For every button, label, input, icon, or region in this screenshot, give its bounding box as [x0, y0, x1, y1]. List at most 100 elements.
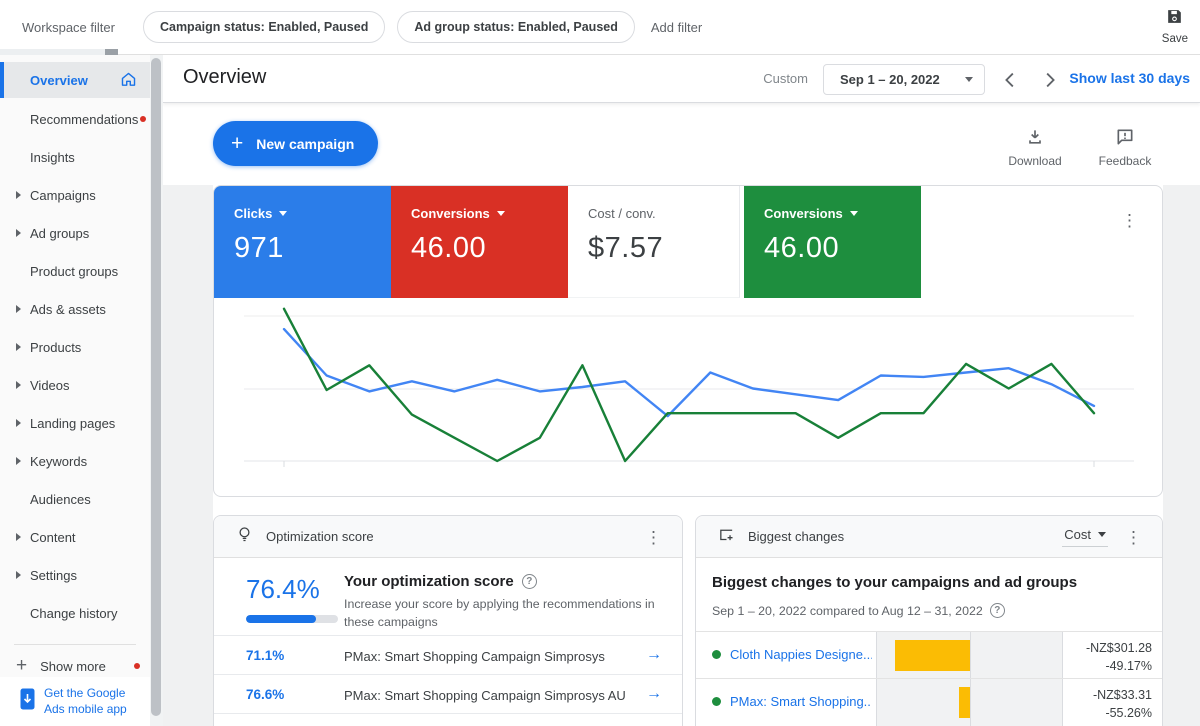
sidebar-item-videos[interactable]: Videos: [0, 366, 150, 404]
chevron-down-icon: [1098, 532, 1106, 537]
metric-selector-dropdown[interactable]: Cost: [1062, 527, 1108, 547]
navigation-sidebar: Overview Recommendations Insights Campai…: [0, 55, 150, 726]
expand-arrow-icon: [16, 343, 21, 351]
comparison-period-text: Sep 1 – 20, 2022 compared to Aug 12 – 31…: [712, 603, 1005, 618]
sidebar-item-product-groups[interactable]: Product groups: [0, 252, 150, 290]
notification-dot: [134, 663, 140, 669]
scorecard-clicks[interactable]: Clicks 971: [214, 186, 391, 298]
content-left-margin: [163, 185, 213, 726]
optimization-progress-bar: [246, 615, 338, 623]
download-icon: [1025, 127, 1045, 150]
panel-header: Optimization score ⋮: [214, 516, 682, 558]
arrow-right-icon[interactable]: →: [646, 646, 662, 664]
optimization-row[interactable]: 76.6% PMax: Smart Shopping Campaign Simp…: [214, 674, 682, 713]
panel-menu-kebab-icon[interactable]: ⋮: [1125, 529, 1142, 546]
campaign-link[interactable]: PMax: Smart Shopping...: [712, 694, 872, 709]
optimization-score-panel: Optimization score ⋮ 76.4% Your optimiza…: [213, 515, 683, 726]
bar-axis-line: [970, 679, 971, 726]
overview-performance-card: Clicks 971 Conversions 46.00 Cost / conv…: [213, 185, 1163, 497]
status-enabled-dot: [712, 650, 721, 659]
filter-chips: Campaign status: Enabled, Paused Ad grou…: [143, 11, 635, 43]
add-filter-button[interactable]: Add filter: [651, 20, 702, 35]
sidebar-item-landing-pages[interactable]: Landing pages: [0, 404, 150, 442]
campaign-link[interactable]: Cloth Nappies Designe...: [712, 647, 872, 662]
sidebar-item-content[interactable]: Content: [0, 518, 150, 556]
change-bar-zone: [876, 632, 1063, 679]
panel-menu-kebab-icon[interactable]: ⋮: [645, 529, 662, 546]
expand-arrow-icon: [16, 533, 21, 541]
date-mode-label: Custom: [763, 71, 808, 86]
feedback-button[interactable]: Feedback: [1093, 127, 1157, 168]
expand-arrow-icon: [16, 419, 21, 427]
show-last-30-days-link[interactable]: Show last 30 days: [1069, 70, 1190, 86]
scorecard-conversions[interactable]: Conversions 46.00: [391, 186, 568, 298]
date-range-selector[interactable]: Sep 1 – 20, 2022: [823, 64, 985, 95]
scrollbar-thumb[interactable]: [105, 49, 118, 55]
chevron-down-icon[interactable]: [497, 211, 505, 216]
plus-icon: +: [231, 132, 243, 156]
optimization-row[interactable]: 91.5% NZ Camp - like Keywords bath doubl…: [214, 713, 682, 726]
help-icon[interactable]: ?: [990, 603, 1005, 618]
arrow-right-icon[interactable]: →: [646, 685, 662, 703]
sidebar-item-campaigns[interactable]: Campaigns: [0, 176, 150, 214]
chevron-down-icon: [965, 77, 973, 82]
content-right-margin: [1163, 185, 1200, 726]
ad-group-status-filter-chip[interactable]: Ad group status: Enabled, Paused: [397, 11, 635, 43]
page-title: Overview: [183, 66, 266, 89]
home-icon: [120, 71, 137, 91]
sidebar-item-keywords[interactable]: Keywords: [0, 442, 150, 480]
panel-title: Optimization score: [266, 529, 374, 544]
new-campaign-button[interactable]: + New campaign: [213, 121, 378, 166]
page-header: Overview Custom Sep 1 – 20, 2022 Show la…: [163, 55, 1200, 103]
expand-arrow-icon: [16, 457, 21, 465]
expand-arrow-icon: [16, 381, 21, 389]
notification-dot: [140, 116, 146, 122]
sidebar-divider: [14, 644, 136, 645]
change-values: -NZ$33.31-55.26%: [1093, 686, 1152, 722]
change-row: Cloth Nappies Designe... -NZ$301.28-49.1…: [696, 631, 1162, 678]
top-filter-bar: Workspace filter Campaign status: Enable…: [0, 0, 1200, 55]
chevron-down-icon[interactable]: [850, 211, 858, 216]
sidebar-scrollbar-track[interactable]: [150, 55, 163, 726]
sidebar-item-overview[interactable]: Overview: [0, 62, 150, 98]
help-icon[interactable]: ?: [522, 574, 537, 589]
expand-arrow-icon: [16, 191, 21, 199]
sidebar-item-settings[interactable]: Settings: [0, 556, 150, 594]
mobile-phone-icon: [20, 688, 35, 715]
scorecard-value: 971: [234, 232, 391, 265]
mobile-app-label: Get the GoogleAds mobile app: [44, 686, 127, 717]
download-button[interactable]: Download: [1003, 127, 1067, 168]
feedback-icon: [1115, 127, 1135, 150]
next-period-button[interactable]: [1038, 69, 1060, 91]
change-row: PMax: Smart Shopping... -NZ$33.31-55.26%: [696, 678, 1162, 725]
google-ads-overview-page: Workspace filter Campaign status: Enable…: [0, 0, 1200, 726]
scorecard-row: Clicks 971 Conversions 46.00 Cost / conv…: [214, 186, 921, 298]
optimization-score-value: 76.4%: [246, 574, 320, 605]
sidebar-horizontal-scrollbar[interactable]: [0, 49, 118, 55]
sidebar-item-ad-groups[interactable]: Ad groups: [0, 214, 150, 252]
mobile-app-link[interactable]: Get the GoogleAds mobile app: [0, 677, 150, 726]
workspace-filter-label: Workspace filter: [22, 20, 115, 35]
campaign-status-filter-chip[interactable]: Campaign status: Enabled, Paused: [143, 11, 385, 43]
save-button[interactable]: Save: [1162, 7, 1188, 45]
biggest-changes-icon: [718, 526, 735, 548]
card-menu-kebab-icon[interactable]: ⋮: [1121, 212, 1138, 229]
optimization-row[interactable]: 71.1% PMax: Smart Shopping Campaign Simp…: [214, 635, 682, 674]
sidebar-item-recommendations[interactable]: Recommendations: [0, 100, 150, 138]
scorecard-conversions-2[interactable]: Conversions 46.00: [744, 186, 921, 298]
chevron-down-icon[interactable]: [279, 211, 287, 216]
change-bar-zone: [876, 679, 1063, 726]
sidebar-item-audiences[interactable]: Audiences: [0, 480, 150, 518]
sidebar-scrollbar-thumb[interactable]: [151, 58, 161, 716]
sidebar-item-change-history[interactable]: Change history: [0, 594, 150, 632]
scorecard-value: 46.00: [411, 232, 568, 265]
scorecard-value: $7.57: [588, 232, 739, 265]
sidebar-item-insights[interactable]: Insights: [0, 138, 150, 176]
optimization-description: Increase your score by applying the reco…: [344, 596, 680, 632]
previous-period-button[interactable]: [1000, 69, 1022, 91]
bar-axis-line: [970, 632, 971, 679]
panel-title: Biggest changes: [748, 529, 844, 544]
sidebar-item-ads-assets[interactable]: Ads & assets: [0, 290, 150, 328]
sidebar-item-products[interactable]: Products: [0, 328, 150, 366]
expand-arrow-icon: [16, 571, 21, 579]
